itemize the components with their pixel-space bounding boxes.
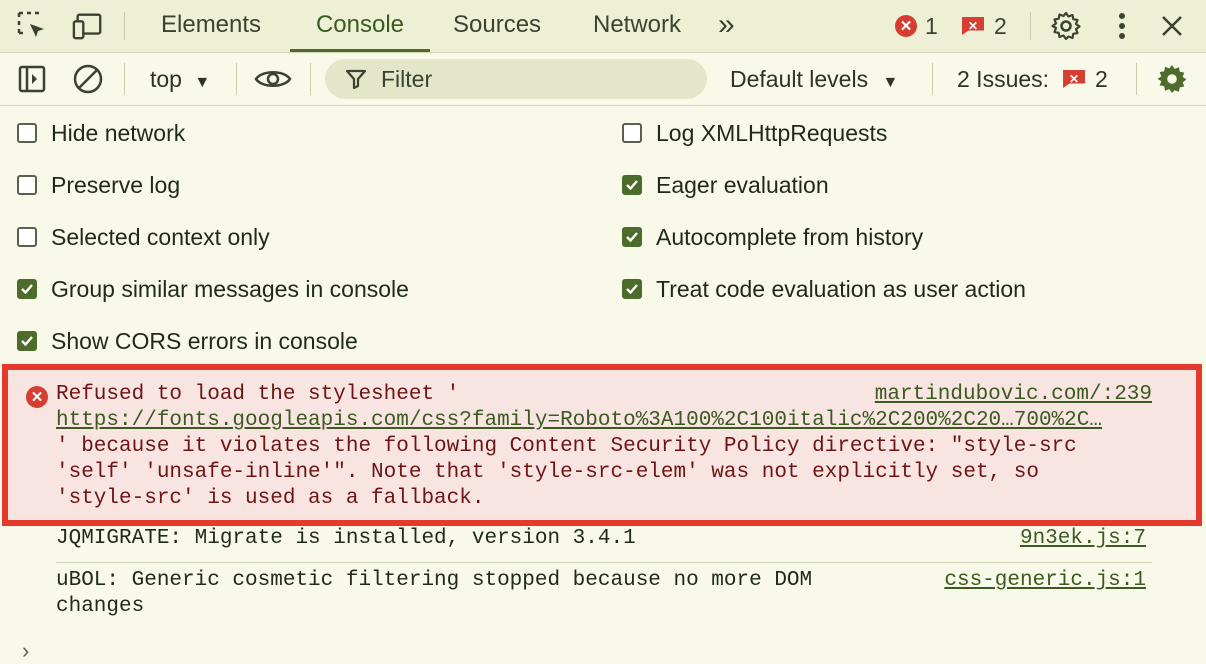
issue-flag-icon: ✕ (962, 17, 984, 35)
console-settings-gear-icon[interactable] (1156, 63, 1188, 95)
show-cors-errors-option[interactable]: Show CORS errors in console (17, 326, 358, 356)
sidebar-toggle-icon[interactable] (16, 63, 48, 95)
more-options-icon[interactable] (1106, 10, 1138, 42)
log-text: changes (56, 595, 145, 618)
log-levels-dropdown[interactable]: Default levels ▼ (730, 53, 898, 105)
group-similar-option[interactable]: Group similar messages in console (17, 274, 409, 304)
close-icon[interactable] (1156, 10, 1188, 42)
error-source-link[interactable]: martindubovic.com/:239 (875, 382, 1152, 408)
issue-count-badge[interactable]: ✕ 2 (962, 12, 1007, 40)
error-text-line: 'style-src' is used as a fallback. (56, 487, 485, 510)
log-xmlhttprequests-option[interactable]: Log XMLHttpRequests (622, 118, 887, 148)
hide-network-option[interactable]: Hide network (17, 118, 185, 148)
context-selector[interactable]: top ▼ (150, 53, 210, 105)
option-label: Selected context only (51, 223, 270, 250)
log-text: uBOL: Generic cosmetic filtering stopped… (56, 569, 813, 592)
error-icon: ✕ (26, 386, 48, 408)
chevron-down-icon: ▼ (194, 74, 211, 91)
filter-funnel-icon (345, 68, 367, 95)
issue-count: 2 (994, 12, 1007, 39)
preserve-log-option[interactable]: Preserve log (17, 170, 180, 200)
live-expression-eye-icon[interactable] (254, 63, 292, 95)
checkbox[interactable] (17, 175, 37, 195)
more-tabs-icon[interactable]: » (718, 0, 735, 52)
divider (236, 63, 237, 95)
divider (310, 63, 311, 95)
issues-count: 2 (1095, 66, 1108, 92)
issues-label: 2 Issues: (957, 66, 1050, 92)
filter-input[interactable]: Filter (325, 59, 707, 99)
tab-network[interactable]: Network (593, 0, 681, 52)
eager-evaluation-option[interactable]: Eager evaluation (622, 170, 829, 200)
context-label: top (150, 66, 182, 92)
console-log-message: uBOL: Generic cosmetic filtering stopped… (56, 568, 1146, 594)
console-settings-pane: Hide network Preserve log Selected conte… (0, 106, 1206, 364)
checkbox[interactable] (622, 123, 642, 143)
error-text-line: ' because it violates the following Cont… (56, 435, 1077, 458)
checkbox[interactable] (17, 123, 37, 143)
divider (56, 562, 1152, 563)
error-text-line: 'self' 'unsafe-inline'". Note that 'styl… (56, 461, 1039, 484)
checkbox[interactable] (17, 227, 37, 247)
checkbox-checked[interactable] (17, 331, 37, 351)
inspect-element-icon[interactable] (16, 10, 48, 42)
tab-sources[interactable]: Sources (453, 0, 541, 52)
selected-context-only-option[interactable]: Selected context only (17, 222, 270, 252)
divider (1030, 12, 1031, 40)
log-levels-label: Default levels (730, 66, 869, 92)
error-icon: ✕ (895, 15, 917, 37)
log-source-link[interactable]: 9n3ek.js:7 (1020, 526, 1146, 552)
log-text: JQMIGRATE: Migrate is installed, version… (56, 527, 636, 550)
device-toolbar-icon[interactable] (72, 10, 104, 42)
error-count: 1 (925, 12, 938, 39)
console-error-message: ✕ Refused to load the stylesheet ' marti… (2, 364, 1202, 526)
divider (932, 63, 933, 95)
option-label: Group similar messages in console (51, 275, 409, 302)
checkbox-checked[interactable] (17, 279, 37, 299)
filter-placeholder: Filter (381, 66, 433, 92)
option-label: Treat code evaluation as user action (656, 275, 1026, 302)
clear-console-icon[interactable] (72, 63, 104, 95)
tab-console[interactable]: Console (290, 0, 430, 52)
settings-gear-icon[interactable] (1050, 10, 1082, 42)
divider (1136, 63, 1137, 95)
tab-elements[interactable]: Elements (161, 0, 261, 52)
option-label: Hide network (51, 119, 186, 146)
divider (124, 63, 125, 95)
checkbox-checked[interactable] (622, 279, 642, 299)
option-label: Eager evaluation (656, 171, 829, 198)
checkbox-checked[interactable] (622, 227, 642, 247)
issue-flag-icon: ✕ (1063, 70, 1086, 88)
checkbox-checked[interactable] (622, 175, 642, 195)
devtools-tabbar: Elements Console Sources Network » ✕ 1 ✕… (0, 0, 1206, 53)
option-label: Autocomplete from history (656, 223, 924, 250)
chevron-down-icon: ▼ (882, 74, 899, 91)
console-log-message-continued: changes (56, 594, 1146, 620)
autocomplete-history-option[interactable]: Autocomplete from history (622, 222, 923, 252)
issues-button[interactable]: 2 Issues: ✕ 2 (957, 53, 1108, 105)
treat-code-evaluation-option[interactable]: Treat code evaluation as user action (622, 274, 1026, 304)
error-count-badge[interactable]: ✕ 1 (895, 12, 938, 40)
console-log-message: JQMIGRATE: Migrate is installed, version… (56, 526, 1146, 552)
console-toolbar: top ▼ Filter Default levels ▼ 2 Issues: … (0, 53, 1206, 106)
console-prompt-chevron-icon[interactable]: › (22, 638, 29, 664)
divider (124, 12, 125, 40)
console-messages: ✕ Refused to load the stylesheet ' marti… (0, 364, 1206, 663)
option-label: Log XMLHttpRequests (656, 119, 888, 146)
option-label: Show CORS errors in console (51, 327, 358, 354)
error-url-link[interactable]: https://fonts.googleapis.com/css?family=… (56, 408, 1160, 434)
option-label: Preserve log (51, 171, 181, 198)
log-source-link[interactable]: css-generic.js:1 (944, 568, 1146, 594)
